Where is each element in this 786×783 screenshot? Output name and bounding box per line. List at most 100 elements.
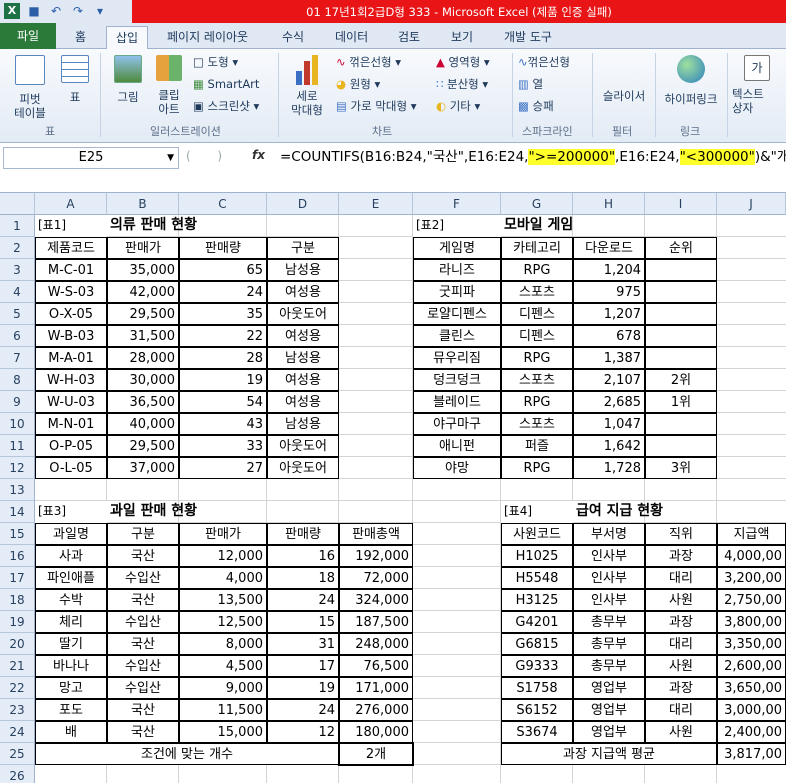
table1-cell[interactable]: M-N-01 xyxy=(35,413,107,435)
table2-cell[interactable] xyxy=(645,303,717,325)
table1-cell[interactable]: 27 xyxy=(179,457,267,479)
row-header-15[interactable]: 15 xyxy=(0,523,35,545)
table2-tag[interactable]: [표2] xyxy=(413,215,501,237)
row-header-22[interactable]: 22 xyxy=(0,677,35,699)
table4-cell[interactable]: G4201 xyxy=(501,611,573,633)
table1-cell[interactable]: 남성용 xyxy=(267,259,339,281)
smartart-button[interactable]: ▦ SmartArt xyxy=(193,77,259,91)
table1-cell[interactable]: 28 xyxy=(179,347,267,369)
table1-cell[interactable]: 28,000 xyxy=(107,347,179,369)
column-header-G[interactable]: G xyxy=(501,193,573,215)
row-header-9[interactable]: 9 xyxy=(0,391,35,413)
table2-header[interactable]: 카테고리 xyxy=(501,237,573,259)
pie-chart-button[interactable]: ◕ 원형 ▾ xyxy=(336,77,380,91)
table2-header[interactable]: 게임명 xyxy=(413,237,501,259)
row-header-8[interactable]: 8 xyxy=(0,369,35,391)
table1-cell[interactable]: 여성용 xyxy=(267,391,339,413)
table4-cell[interactable]: H3125 xyxy=(501,589,573,611)
table3-cell[interactable]: 수입산 xyxy=(107,567,179,589)
table1-cell[interactable]: 19 xyxy=(179,369,267,391)
table3-cell[interactable]: 포도 xyxy=(35,699,107,721)
table2-header[interactable]: 순위 xyxy=(645,237,717,259)
picture-button[interactable]: 그림 xyxy=(108,55,148,104)
table4-cell[interactable]: H5548 xyxy=(501,567,573,589)
tab-file[interactable]: 파일 xyxy=(0,23,56,49)
table3-cell[interactable]: 국산 xyxy=(107,633,179,655)
row-header-24[interactable]: 24 xyxy=(0,721,35,743)
table2-cell[interactable]: 디펜스 xyxy=(501,325,573,347)
customize-qat-icon[interactable]: ▾ xyxy=(92,3,108,19)
table3-header[interactable]: 판매량 xyxy=(267,523,339,545)
table3-cell[interactable]: 국산 xyxy=(107,589,179,611)
table4-cell[interactable]: G9333 xyxy=(501,655,573,677)
table4-cell[interactable]: 2,750,00 xyxy=(717,589,786,611)
row-header-4[interactable]: 4 xyxy=(0,281,35,303)
table1-cell[interactable]: 여성용 xyxy=(267,281,339,303)
table3-cell[interactable]: 24 xyxy=(267,589,339,611)
row-header-21[interactable]: 21 xyxy=(0,655,35,677)
tab-page-layout[interactable]: 페이지 레이아웃 xyxy=(167,26,248,48)
table3-title[interactable]: 과일 판매 현황 xyxy=(107,501,267,523)
table1-cell[interactable]: 남성용 xyxy=(267,347,339,369)
table4-title[interactable]: 급여 지급 현황 xyxy=(573,501,717,523)
table2-cell[interactable] xyxy=(645,435,717,457)
row-header-5[interactable]: 5 xyxy=(0,303,35,325)
row-header-26[interactable]: 26 xyxy=(0,765,35,783)
table3-header[interactable]: 과일명 xyxy=(35,523,107,545)
table1-cell[interactable]: 아웃도어 xyxy=(267,435,339,457)
table1-cell[interactable]: M-C-01 xyxy=(35,259,107,281)
table4-header[interactable]: 지급액 xyxy=(717,523,786,545)
tab-view[interactable]: 보기 xyxy=(451,26,473,48)
table4-cell[interactable]: 총무부 xyxy=(573,655,645,677)
table3-header[interactable]: 구분 xyxy=(107,523,179,545)
table3-cell[interactable]: 12,000 xyxy=(179,545,267,567)
table2-cell[interactable]: 야망 xyxy=(413,457,501,479)
table3-cell[interactable]: 9,000 xyxy=(179,677,267,699)
table3-cell[interactable]: 4,500 xyxy=(179,655,267,677)
column-header-I[interactable]: I xyxy=(645,193,717,215)
table3-cell[interactable]: 276,000 xyxy=(339,699,413,721)
table4-header[interactable]: 직위 xyxy=(645,523,717,545)
table1-cell[interactable]: 아웃도어 xyxy=(267,457,339,479)
table1-cell[interactable]: O-L-05 xyxy=(35,457,107,479)
table3-header[interactable]: 판매가 xyxy=(179,523,267,545)
table1-cell[interactable]: 31,500 xyxy=(107,325,179,347)
row-header-17[interactable]: 17 xyxy=(0,567,35,589)
table2-cell[interactable]: 2,685 xyxy=(573,391,645,413)
row-header-18[interactable]: 18 xyxy=(0,589,35,611)
table1-cell[interactable]: 35 xyxy=(179,303,267,325)
table3-cell[interactable]: 8,000 xyxy=(179,633,267,655)
table2-cell[interactable]: 굿피파 xyxy=(413,281,501,303)
table2-header[interactable]: 다운로드 xyxy=(573,237,645,259)
table3-cell[interactable]: 12,500 xyxy=(179,611,267,633)
table2-cell[interactable]: 로얄디펜스 xyxy=(413,303,501,325)
table1-cell[interactable]: W-B-03 xyxy=(35,325,107,347)
table2-cell[interactable]: 라니즈 xyxy=(413,259,501,281)
table1-header[interactable]: 판매량 xyxy=(179,237,267,259)
table1-header[interactable]: 구분 xyxy=(267,237,339,259)
table3-cell[interactable]: 180,000 xyxy=(339,721,413,743)
table4-cell[interactable]: 총무부 xyxy=(573,633,645,655)
table3-cell[interactable]: 13,500 xyxy=(179,589,267,611)
table1-cell[interactable]: 남성용 xyxy=(267,413,339,435)
table2-cell[interactable]: 678 xyxy=(573,325,645,347)
undo-icon[interactable]: ↶ xyxy=(48,3,64,19)
redo-icon[interactable]: ↷ xyxy=(70,3,86,19)
table1-cell[interactable]: 35,000 xyxy=(107,259,179,281)
table3-cell[interactable]: 망고 xyxy=(35,677,107,699)
table3-cell[interactable]: 딸기 xyxy=(35,633,107,655)
tab-review[interactable]: 검토 xyxy=(398,26,420,48)
table4-cell[interactable]: 2,600,00 xyxy=(717,655,786,677)
table2-cell[interactable] xyxy=(645,281,717,303)
table3-cell[interactable]: 수박 xyxy=(35,589,107,611)
row-header-1[interactable]: 1 xyxy=(0,215,35,237)
table2-cell[interactable]: 1,204 xyxy=(573,259,645,281)
table1-cell[interactable]: W-H-03 xyxy=(35,369,107,391)
table2-cell[interactable]: 2,107 xyxy=(573,369,645,391)
row-header-11[interactable]: 11 xyxy=(0,435,35,457)
table4-cell[interactable]: 대리 xyxy=(645,567,717,589)
table3-cell[interactable]: 국산 xyxy=(107,699,179,721)
table4-tag[interactable]: [표4] xyxy=(501,501,573,523)
tab-developer[interactable]: 개발 도구 xyxy=(504,26,552,48)
line-chart-button[interactable]: ∿ 꺾은선형 ▾ xyxy=(336,55,401,69)
